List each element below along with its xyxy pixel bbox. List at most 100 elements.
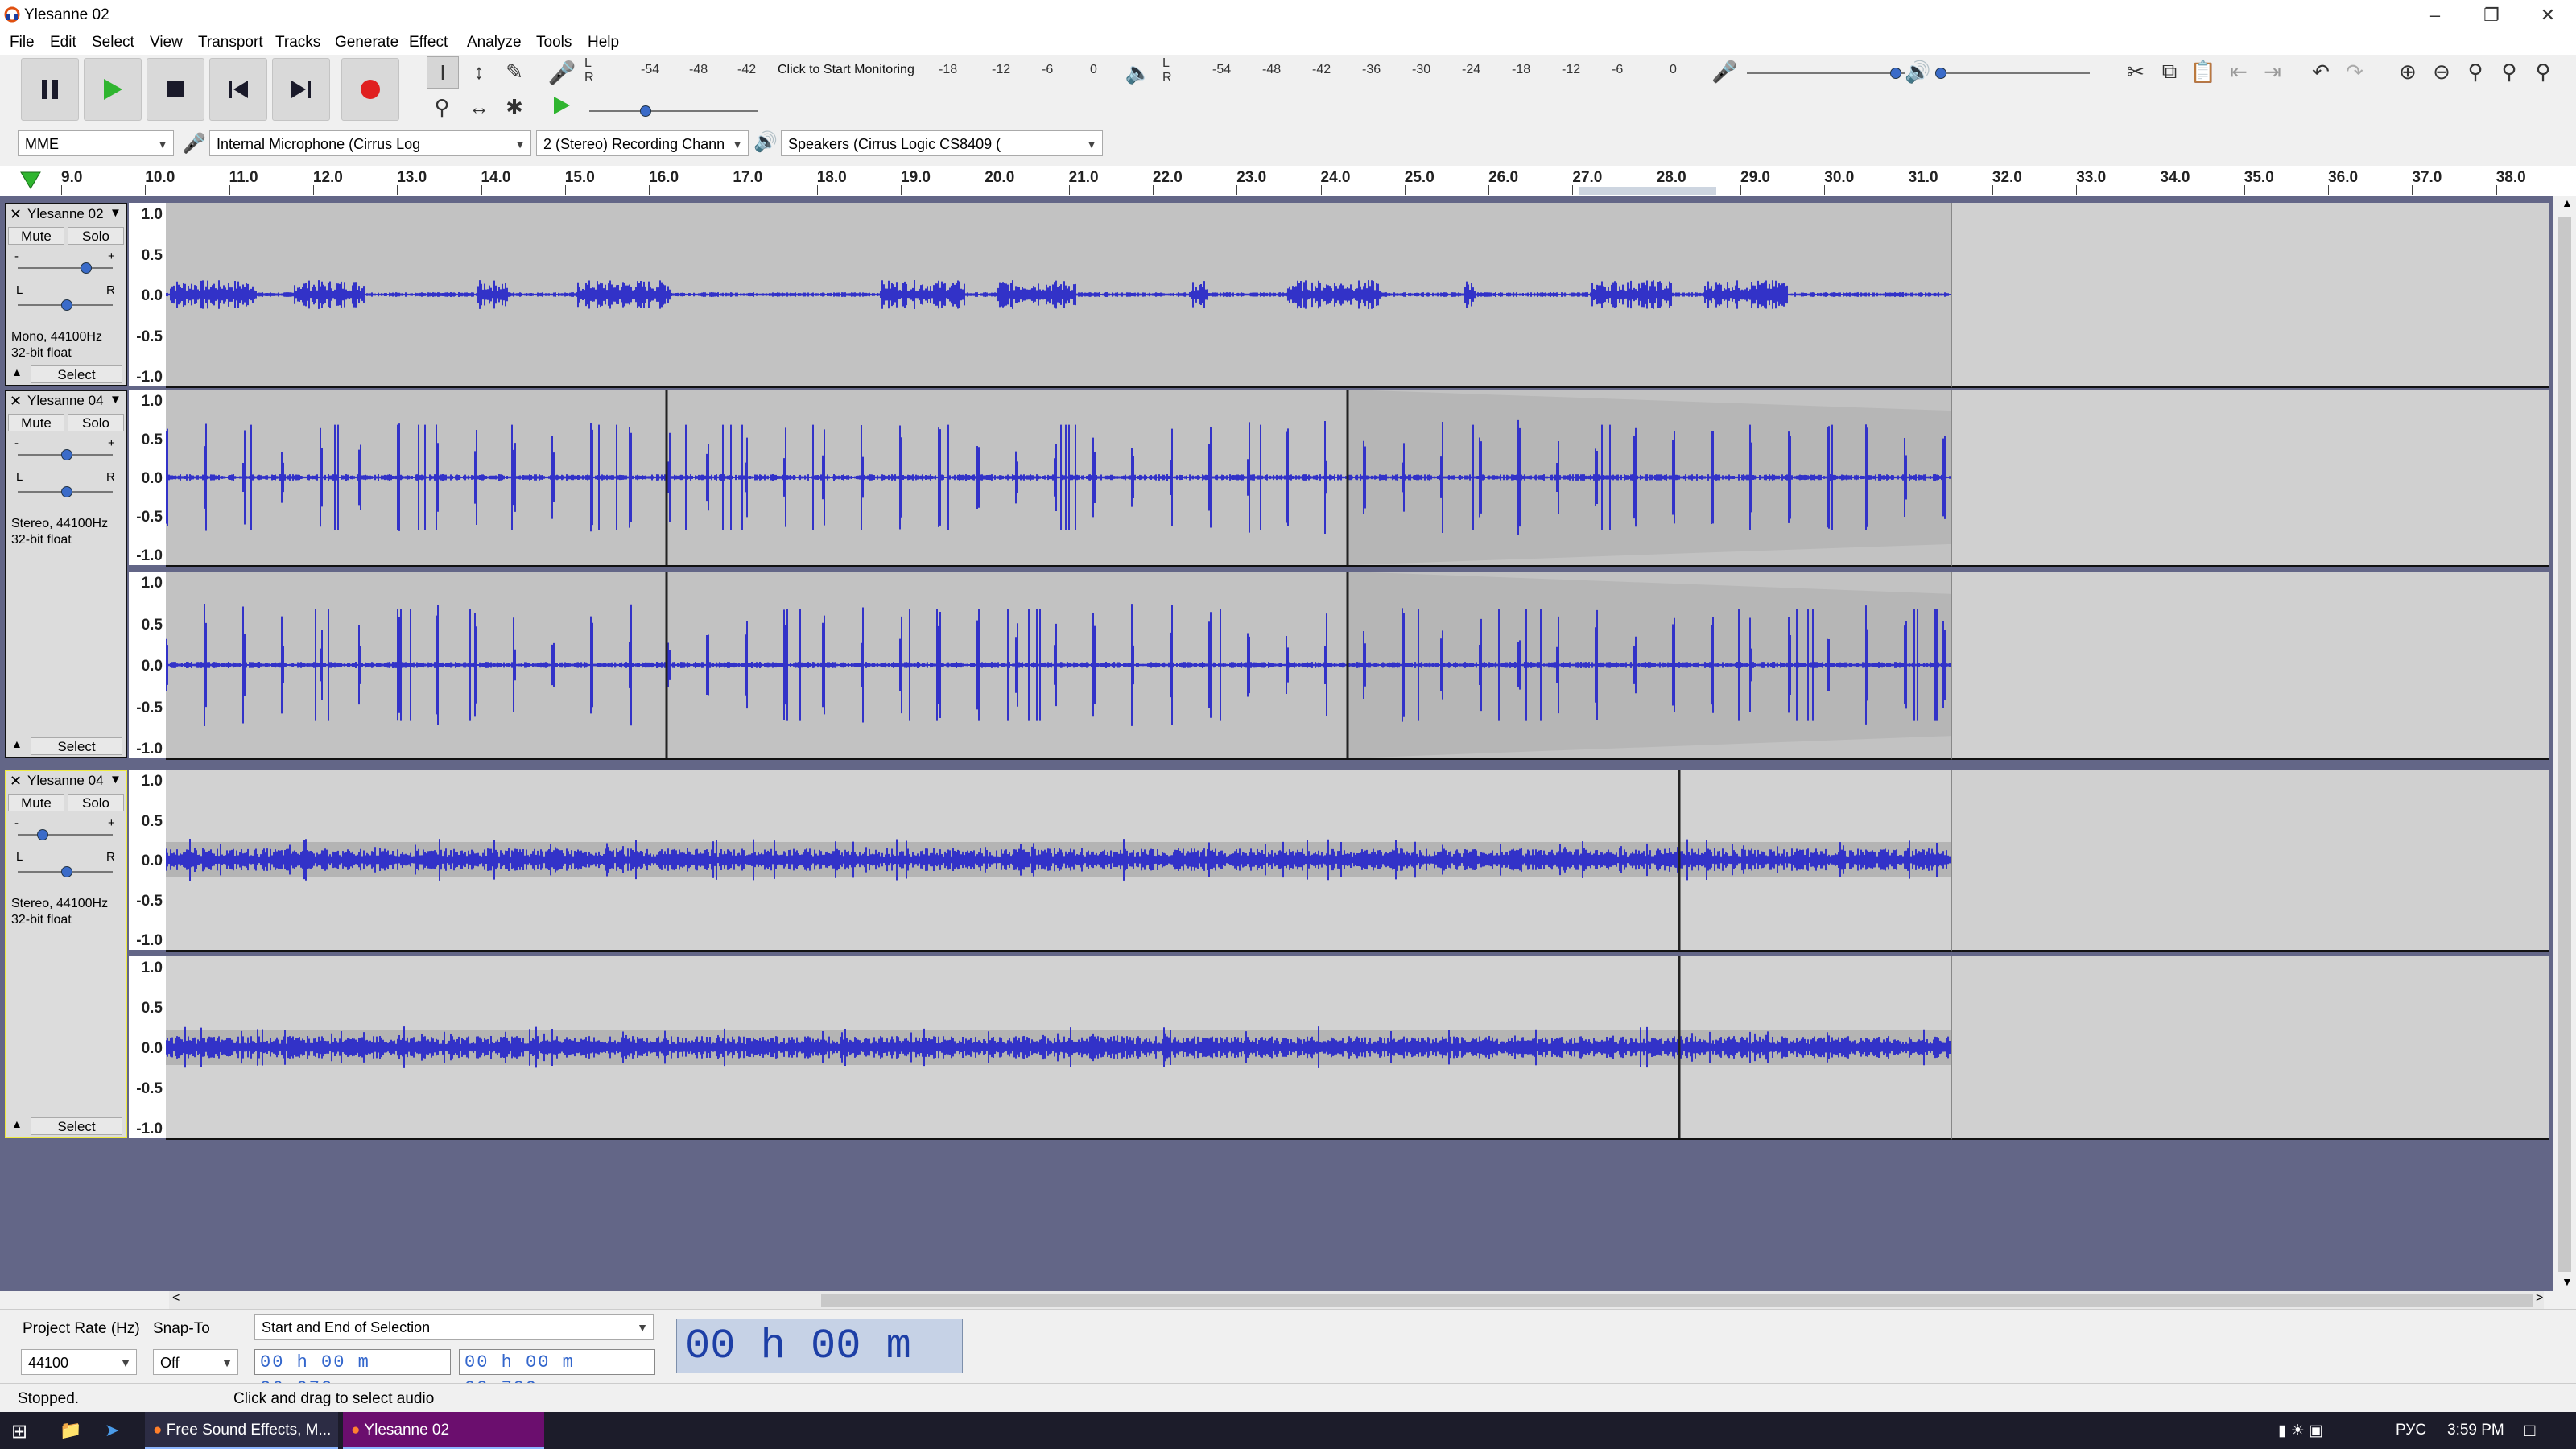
vertical-ruler[interactable]: 1.0 0.5 0.0 -0.5 -1.0 <box>129 770 166 950</box>
gain-slider-thumb[interactable] <box>61 449 72 460</box>
play-speed-slider-thumb[interactable] <box>640 105 651 117</box>
gain-slider[interactable] <box>18 834 113 836</box>
track-control-panel[interactable]: ✕ Ylesanne 04 ▼ Mute Solo - + L R Stereo, 44100Hz… <box>5 770 127 1138</box>
waveform[interactable] <box>166 390 1951 565</box>
track-control-panel[interactable]: ✕ Ylesanne 02 ▼ Mute Solo - + L R Mono, 44100Hz 32… <box>5 203 127 386</box>
playback-meter[interactable]: -54 -48 -42 -36 -30 -24 -18 -12 -6 0 <box>1172 63 1687 82</box>
menu-view[interactable]: View <box>150 34 183 52</box>
audio-position-display[interactable]: 00 h 00 m 27 s <box>676 1319 963 1425</box>
select-track-button[interactable]: Select <box>31 737 122 755</box>
select-track-button[interactable]: Select <box>31 1117 122 1135</box>
empty-track-region[interactable] <box>1951 390 2549 567</box>
selection-tool-icon[interactable]: I <box>427 56 459 89</box>
vertical-ruler[interactable]: 1.0 0.5 0.0 -0.5 -1.0 <box>129 390 166 565</box>
record-meter-mic-icon[interactable]: 🎤 <box>547 58 576 87</box>
track-control-panel[interactable]: ✕ Ylesanne 04 ▼ Mute Solo - + L R Stereo, 44100Hz… <box>5 390 127 758</box>
zoom-out-icon[interactable]: ⊖ <box>2426 56 2457 87</box>
stop-button[interactable] <box>147 58 204 121</box>
file-explorer-icon[interactable]: 📁 <box>60 1420 81 1441</box>
menu-transport[interactable]: Transport <box>198 34 263 52</box>
record-volume-thumb[interactable] <box>1890 68 1901 79</box>
pan-slider-thumb[interactable] <box>61 299 72 311</box>
track-menu-chevron-icon[interactable]: ▼ <box>109 773 122 786</box>
track-name[interactable]: Ylesanne 02 <box>27 206 105 222</box>
scroll-down-icon[interactable]: ▼ <box>2562 1275 2573 1288</box>
timeshift-tool-icon[interactable]: ↔ <box>464 92 494 122</box>
undo-icon[interactable]: ↶ <box>2306 56 2336 87</box>
close-track-icon[interactable]: ✕ <box>10 393 22 410</box>
close-track-icon[interactable]: ✕ <box>10 773 22 790</box>
taskbar-item-firefox[interactable]: ● Free Sound Effects, M... <box>145 1412 338 1449</box>
track-menu-chevron-icon[interactable]: ▼ <box>109 206 122 220</box>
silence-audio-icon[interactable]: ⇥ <box>2257 56 2288 87</box>
empty-track-region[interactable] <box>1951 770 2549 952</box>
taskbar-clock[interactable]: 3:59 PM <box>2447 1422 2504 1439</box>
horizontal-scroll-thumb[interactable] <box>821 1294 2533 1307</box>
fit-project-icon[interactable]: ⚲ <box>2494 56 2524 87</box>
track-name[interactable]: Ylesanne 04 <box>27 393 105 409</box>
mute-button[interactable]: Mute <box>8 794 64 811</box>
close-track-icon[interactable]: ✕ <box>10 206 22 223</box>
vertical-ruler[interactable]: 1.0 0.5 0.0 -0.5 -1.0 <box>129 956 166 1138</box>
zoom-toggle-icon[interactable]: ⚲ <box>2528 56 2558 87</box>
timeline-ruler[interactable]: 9.0 10.0 11.0 12.0 13.0 14.0 15.0 16.0 17.0 18.0 1… <box>0 166 2576 198</box>
notifications-icon[interactable]: □ <box>2524 1420 2535 1441</box>
audio-host-select[interactable]: MME ▼ <box>18 130 174 156</box>
project-rate-select[interactable]: 44100 ▼ <box>21 1349 137 1375</box>
paste-icon[interactable]: 📋 <box>2188 56 2219 87</box>
envelope-tool-icon[interactable]: ↕ <box>464 56 494 87</box>
rec-meter-hint[interactable]: Click to Start Monitoring <box>778 63 914 77</box>
close-window-icon[interactable]: ✕ <box>2520 0 2576 31</box>
multi-tool-icon[interactable]: ✱ <box>499 92 530 122</box>
playback-meter-speaker-icon[interactable]: 🔈 <box>1124 58 1153 87</box>
pause-button[interactable] <box>21 58 79 121</box>
vertical-ruler[interactable]: 1.0 0.5 0.0 -0.5 -1.0 <box>129 203 166 386</box>
solo-button[interactable]: Solo <box>68 794 124 811</box>
collapse-track-icon[interactable]: ▲ <box>11 737 23 750</box>
minimize-icon[interactable]: – <box>2407 0 2463 31</box>
restore-icon[interactable]: ❐ <box>2463 0 2520 31</box>
waveform[interactable] <box>166 770 1951 950</box>
waveform[interactable] <box>166 956 1951 1138</box>
solo-button[interactable]: Solo <box>68 227 124 245</box>
skip-to-end-button[interactable] <box>272 58 330 121</box>
menu-generate[interactable]: Generate <box>335 34 398 52</box>
tray-icons[interactable]: ▮ ☀ ▣ <box>2278 1422 2323 1440</box>
collapse-track-icon[interactable]: ▲ <box>11 1117 23 1130</box>
track-name[interactable]: Ylesanne 04 <box>27 773 105 789</box>
menu-file[interactable]: File <box>10 34 35 52</box>
menu-help[interactable]: Help <box>588 34 619 52</box>
record-volume-slider[interactable] <box>1747 72 1905 74</box>
collapse-track-icon[interactable]: ▲ <box>11 365 23 378</box>
play-button[interactable] <box>84 58 142 121</box>
play-speed-slider-track[interactable] <box>589 110 758 112</box>
menu-select[interactable]: Select <box>92 34 134 52</box>
empty-track-region[interactable] <box>1951 956 2549 1140</box>
skip-to-start-button[interactable] <box>209 58 267 121</box>
playback-device-select[interactable]: Speakers (Cirrus Logic CS8409 (▼ <box>781 130 1103 156</box>
waveform[interactable] <box>166 572 1951 758</box>
waveform[interactable] <box>166 203 1951 386</box>
vertical-scroll-thumb[interactable] <box>2558 217 2571 1272</box>
select-track-button[interactable]: Select <box>31 365 122 383</box>
snap-to-select[interactable]: Off ▼ <box>153 1349 238 1375</box>
pan-slider-thumb[interactable] <box>61 866 72 877</box>
gain-slider-thumb[interactable] <box>37 829 48 840</box>
selection-start-time[interactable]: 00 h 00 m 26.972 s <box>254 1349 451 1398</box>
vertical-ruler[interactable]: 1.0 0.5 0.0 -0.5 -1.0 <box>129 572 166 758</box>
fit-selection-icon[interactable]: ⚲ <box>2460 56 2491 87</box>
play-head-triangle-icon[interactable] <box>19 169 42 190</box>
horizontal-scrollbar[interactable] <box>169 1291 2544 1309</box>
record-button[interactable] <box>341 58 399 121</box>
copy-icon[interactable]: ⧉ <box>2154 56 2185 87</box>
taskbar-item-audacity[interactable]: ● Ylesanne 02 <box>343 1412 544 1449</box>
windows-start-icon[interactable]: ⊞ <box>11 1420 27 1443</box>
playback-volume-thumb[interactable] <box>1935 68 1946 79</box>
menu-analyze[interactable]: Analyze <box>467 34 522 52</box>
gain-slider[interactable] <box>18 267 113 269</box>
zoom-tool-icon[interactable]: ⚲ <box>427 92 457 122</box>
draw-tool-icon[interactable]: ✎ <box>499 56 530 87</box>
play-at-speed-button[interactable] <box>549 93 576 121</box>
app-pinned-icon[interactable]: ➤ <box>105 1420 119 1441</box>
scroll-right-icon[interactable]: > <box>2536 1291 2543 1306</box>
